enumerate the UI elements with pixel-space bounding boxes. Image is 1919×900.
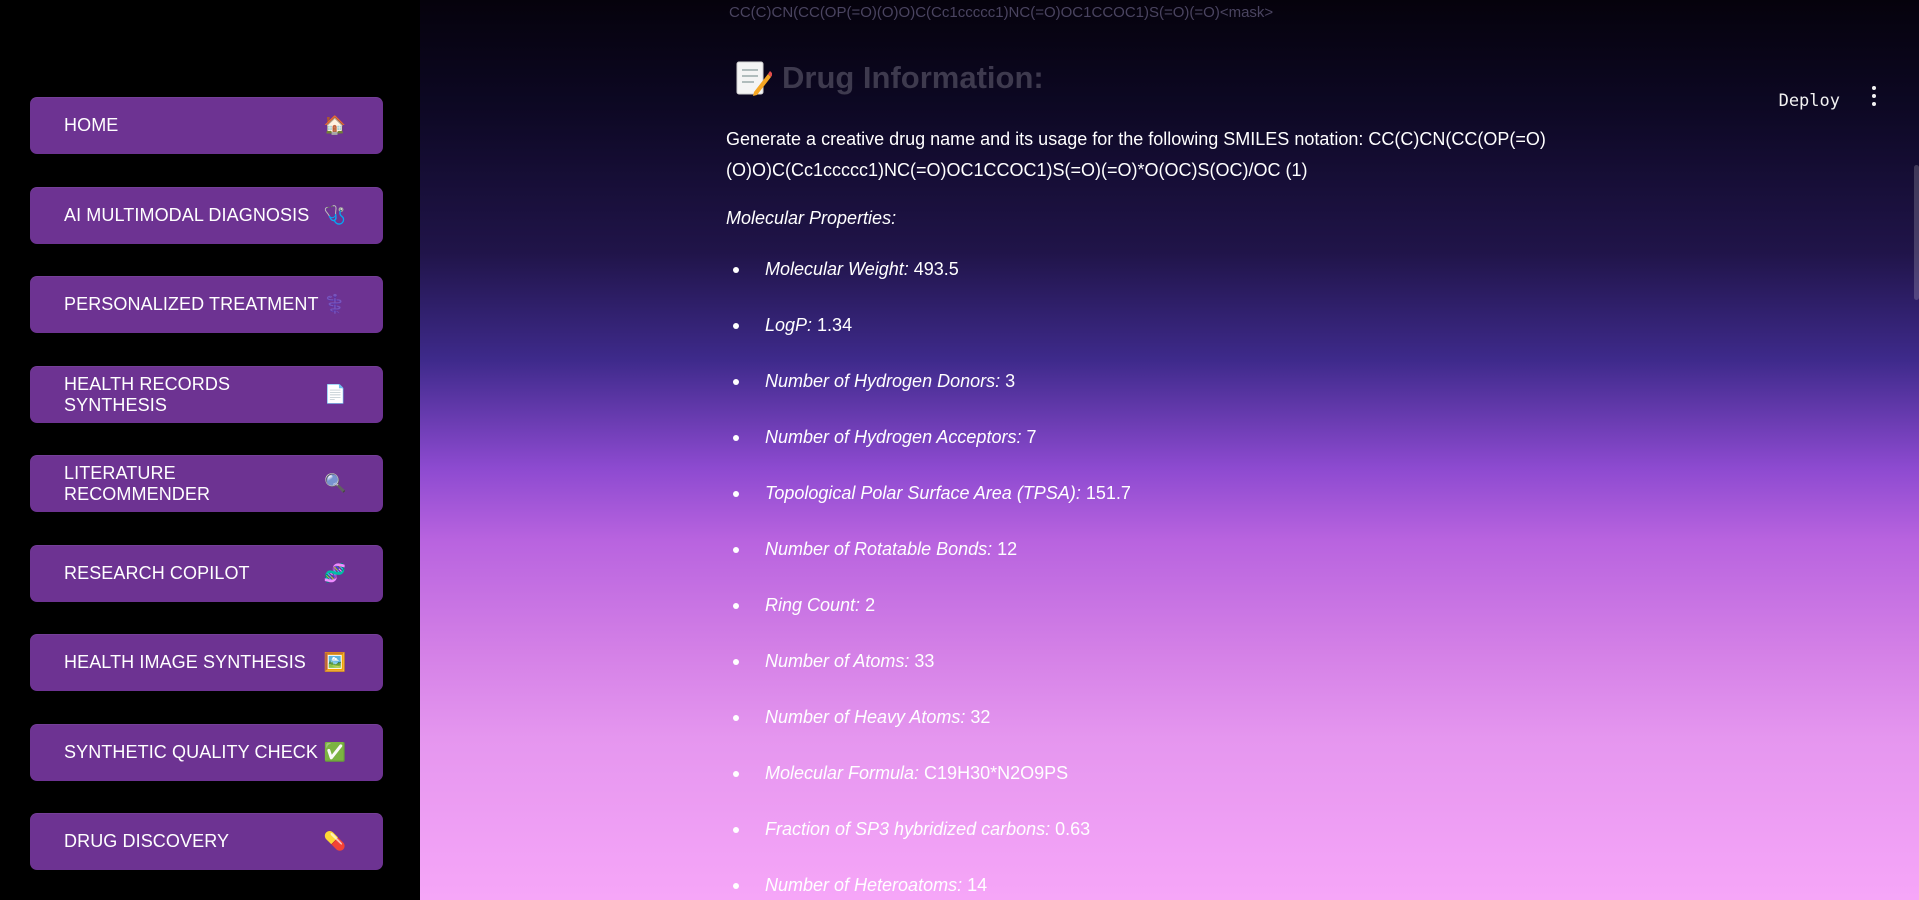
property-name: Molecular Formula: bbox=[765, 763, 920, 783]
properties-list: Molecular Weight: 493.5 LogP: 1.34 Number … bbox=[726, 259, 1131, 900]
nav-button-label: HEALTH RECORDS SYNTHESIS bbox=[64, 373, 231, 415]
nav-button-label: SYNTHETIC QUALITY CHECK bbox=[64, 742, 319, 762]
property-name: Molecular Weight: bbox=[765, 259, 909, 279]
property-value: 151.7 bbox=[1085, 483, 1131, 503]
property-name: Number of Heavy Atoms: bbox=[765, 707, 966, 727]
more-options-icon[interactable] bbox=[1869, 86, 1879, 106]
property-name: Number of Hydrogen Acceptors: bbox=[765, 427, 1022, 447]
nav-button-label: PERSONALIZED TREATMENT bbox=[64, 294, 319, 314]
nav-button-label: DRUG DISCOVERY bbox=[64, 831, 230, 851]
picture-icon: 🖼️ bbox=[323, 652, 347, 672]
deploy-button[interactable]: Deploy bbox=[1779, 88, 1840, 114]
nav-button-label: AI MULTIMODAL DIAGNOSIS bbox=[64, 205, 310, 225]
medical-symbol-icon: ⚕️ bbox=[323, 294, 347, 314]
list-item: Topological Polar Surface Area (TPSA): 15… bbox=[726, 483, 1131, 539]
list-item: Number of Hydrogen Acceptors: 7 bbox=[726, 427, 1131, 483]
document-icon: 📄 bbox=[324, 384, 347, 404]
list-item: Molecular Formula: C19H30*N2O9PS bbox=[726, 763, 1131, 819]
property-name: Number of Atoms: bbox=[765, 651, 910, 671]
property-value: 1.34 bbox=[817, 315, 853, 335]
property-value: C19H30*N2O9PS bbox=[924, 763, 1069, 783]
nav-button-label: RESEARCH COPILOT bbox=[64, 563, 250, 583]
property-value: 493.5 bbox=[913, 259, 959, 279]
property-name: Fraction of SP3 hybridized carbons: bbox=[765, 819, 1051, 839]
nav-button-research-copilot[interactable]: RESEARCH COPILOT 🧬 bbox=[30, 545, 383, 602]
magnifier-icon: 🔍 bbox=[323, 473, 347, 493]
property-value: 7 bbox=[1026, 427, 1037, 447]
nav-button-drug-discovery[interactable]: DRUG DISCOVERY 💊 bbox=[30, 813, 383, 870]
property-value: 12 bbox=[997, 539, 1018, 559]
property-name: Number of Hydrogen Donors: bbox=[765, 371, 1001, 391]
nav-button-ai-multimodal-diagnosis[interactable]: AI MULTIMODAL DIAGNOSIS 🩺 bbox=[30, 187, 383, 244]
check-mark-icon: ✅ bbox=[323, 742, 347, 762]
property-value: 32 bbox=[970, 707, 991, 727]
nav-button-literature-recommender[interactable]: LITERATURE RECOMMENDER 🔍 bbox=[30, 455, 383, 512]
nav-button-personalized-treatment[interactable]: PERSONALIZED TREATMENT ⚕️ bbox=[30, 276, 383, 333]
nav-button-label: HOME bbox=[64, 115, 119, 135]
property-name: LogP: bbox=[765, 315, 813, 335]
main-content-area: Deploy CC(C)CN(CC(OP(=O)(O)O)C(Cc1ccccc1… bbox=[420, 0, 1919, 900]
nav-button-home[interactable]: HOME 🏠 bbox=[30, 97, 383, 154]
nav-button-health-records-synthesis[interactable]: HEALTH RECORDS SYNTHESIS 📄 bbox=[30, 366, 383, 423]
list-item: Number of Heteroatoms: 14 bbox=[726, 875, 1131, 900]
property-value: 33 bbox=[914, 651, 935, 671]
property-name: Topological Polar Surface Area (TPSA): bbox=[765, 483, 1081, 503]
list-item: Number of Rotatable Bonds: 12 bbox=[726, 539, 1131, 595]
nav-button-label: HEALTH IMAGE SYNTHESIS bbox=[64, 652, 306, 672]
nav-button-synthetic-quality-check[interactable]: SYNTHETIC QUALITY CHECK ✅ bbox=[30, 724, 383, 781]
dna-icon: 🧬 bbox=[323, 563, 347, 583]
list-item: Ring Count: 2 bbox=[726, 595, 1131, 651]
generation-prompt: Generate a creative drug name and its us… bbox=[726, 129, 1546, 180]
list-item: Number of Hydrogen Donors: 3 bbox=[726, 371, 1131, 427]
property-value: 2 bbox=[865, 595, 876, 615]
sidebar: HOME 🏠 AI MULTIMODAL DIAGNOSIS 🩺 PERSONA… bbox=[0, 0, 420, 900]
property-name: Number of Rotatable Bonds: bbox=[765, 539, 993, 559]
smiles-input-echo: CC(C)CN(CC(OP(=O)(O)O)C(Cc1ccccc1)NC(=O)… bbox=[729, 4, 1274, 21]
scrollbar-thumb[interactable] bbox=[1914, 165, 1919, 300]
page-title-text: Drug Information: bbox=[782, 60, 1044, 95]
stethoscope-icon: 🩺 bbox=[323, 205, 347, 225]
property-value: 14 bbox=[967, 875, 988, 895]
property-value: 0.63 bbox=[1055, 819, 1091, 839]
property-value: 3 bbox=[1005, 371, 1016, 391]
nav-button-health-image-synthesis[interactable]: HEALTH IMAGE SYNTHESIS 🖼️ bbox=[30, 634, 383, 691]
list-item: Number of Heavy Atoms: 32 bbox=[726, 707, 1131, 763]
list-item: LogP: 1.34 bbox=[726, 315, 1131, 371]
pill-icon: 💊 bbox=[323, 831, 347, 851]
list-item: Fraction of SP3 hybridized carbons: 0.63 bbox=[726, 819, 1131, 875]
page-title: Drug Information: bbox=[732, 58, 1044, 98]
property-name: Number of Heteroatoms: bbox=[765, 875, 963, 895]
nav-button-label: LITERATURE RECOMMENDER bbox=[64, 462, 211, 504]
property-name: Ring Count: bbox=[765, 595, 861, 615]
memo-icon bbox=[736, 61, 772, 96]
list-item: Molecular Weight: 493.5 bbox=[726, 259, 1131, 315]
properties-label: Molecular Properties: bbox=[726, 208, 897, 228]
list-item: Number of Atoms: 33 bbox=[726, 651, 1131, 707]
house-icon: 🏠 bbox=[323, 115, 347, 135]
